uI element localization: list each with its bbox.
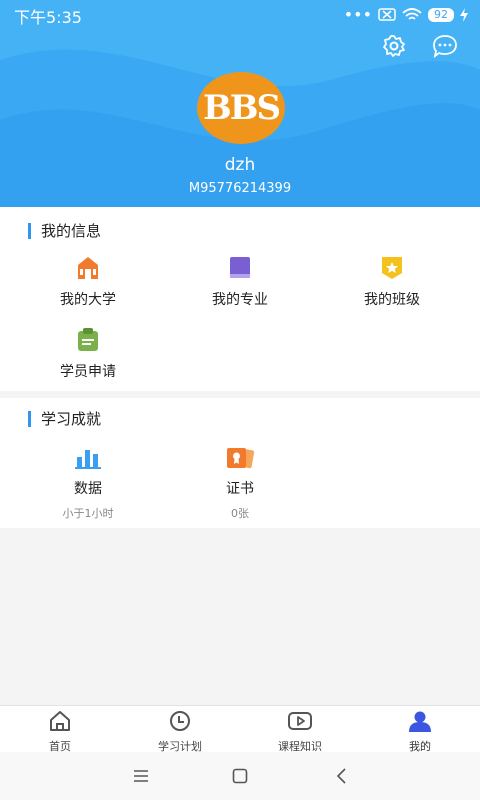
certificate-icon — [227, 447, 255, 469]
menu-icon[interactable] — [133, 769, 149, 783]
class-badge-icon — [382, 257, 402, 279]
person-icon — [409, 711, 431, 732]
certificate-item[interactable]: 证书 0张 — [180, 446, 300, 521]
battery-indicator: 92 — [428, 7, 454, 22]
status-bar: 下午5:35 ••• 92 — [0, 0, 480, 30]
tab-study-plan[interactable]: 学习计划 — [120, 710, 240, 754]
achievements-title: 学习成就 — [28, 411, 101, 427]
data-stats-label: 数据 — [74, 481, 102, 497]
my-university-item[interactable]: 我的大学 — [28, 255, 148, 309]
achievements-section: 学习成就 数据 小于1小时 证书 0张 — [0, 398, 480, 528]
home-square-icon[interactable] — [232, 768, 248, 784]
sim-off-icon — [378, 8, 396, 21]
tab-course-knowledge[interactable]: 课程知识 — [240, 710, 360, 754]
student-application-label: 学员申请 — [60, 364, 116, 380]
student-application-item[interactable]: 学员申请 — [28, 327, 148, 381]
data-stats-item[interactable]: 数据 小于1小时 — [28, 446, 148, 521]
system-navigation-bar — [0, 752, 480, 800]
bottom-tab-bar: 首页 学习计划 课程知识 我的 — [0, 705, 480, 753]
my-info-title: 我的信息 — [28, 223, 101, 239]
my-university-label: 我的大学 — [60, 292, 116, 308]
my-class-item[interactable]: 我的班级 — [332, 255, 452, 309]
home-icon — [50, 711, 70, 731]
my-major-label: 我的专业 — [212, 292, 268, 308]
charging-icon — [460, 7, 468, 22]
back-chevron-icon[interactable] — [335, 768, 347, 784]
university-icon — [78, 257, 98, 279]
user-id: M95776214399 — [188, 181, 292, 196]
my-info-section: 我的信息 我的大学 我的专业 我的班级 学员申请 — [0, 207, 480, 391]
video-icon — [288, 712, 312, 730]
settings-gear-icon[interactable] — [382, 34, 406, 58]
my-major-item[interactable]: 我的专业 — [180, 255, 300, 309]
username: dzh — [224, 155, 256, 175]
tab-mine[interactable]: 我的 — [360, 710, 480, 754]
message-bubble-icon[interactable] — [432, 34, 458, 58]
study-time-value: 小于1小时 — [62, 507, 114, 520]
wifi-icon — [402, 7, 422, 20]
avatar-logo-text: BBS — [202, 88, 281, 128]
clipboard-icon — [78, 328, 98, 351]
status-time: 下午5:35 — [14, 8, 82, 27]
tab-home[interactable]: 首页 — [0, 710, 120, 754]
avatar[interactable]: BBS — [197, 72, 285, 144]
clock-icon — [170, 711, 190, 731]
certificate-count: 0张 — [231, 507, 249, 520]
certificate-label: 证书 — [226, 481, 254, 497]
book-icon — [230, 257, 250, 278]
bar-chart-icon — [75, 450, 101, 469]
my-class-label: 我的班级 — [364, 292, 420, 308]
more-dots-icon: ••• — [343, 5, 372, 24]
profile-header: 下午5:35 ••• 92 BBS dzh M95776214399 — [0, 0, 480, 207]
